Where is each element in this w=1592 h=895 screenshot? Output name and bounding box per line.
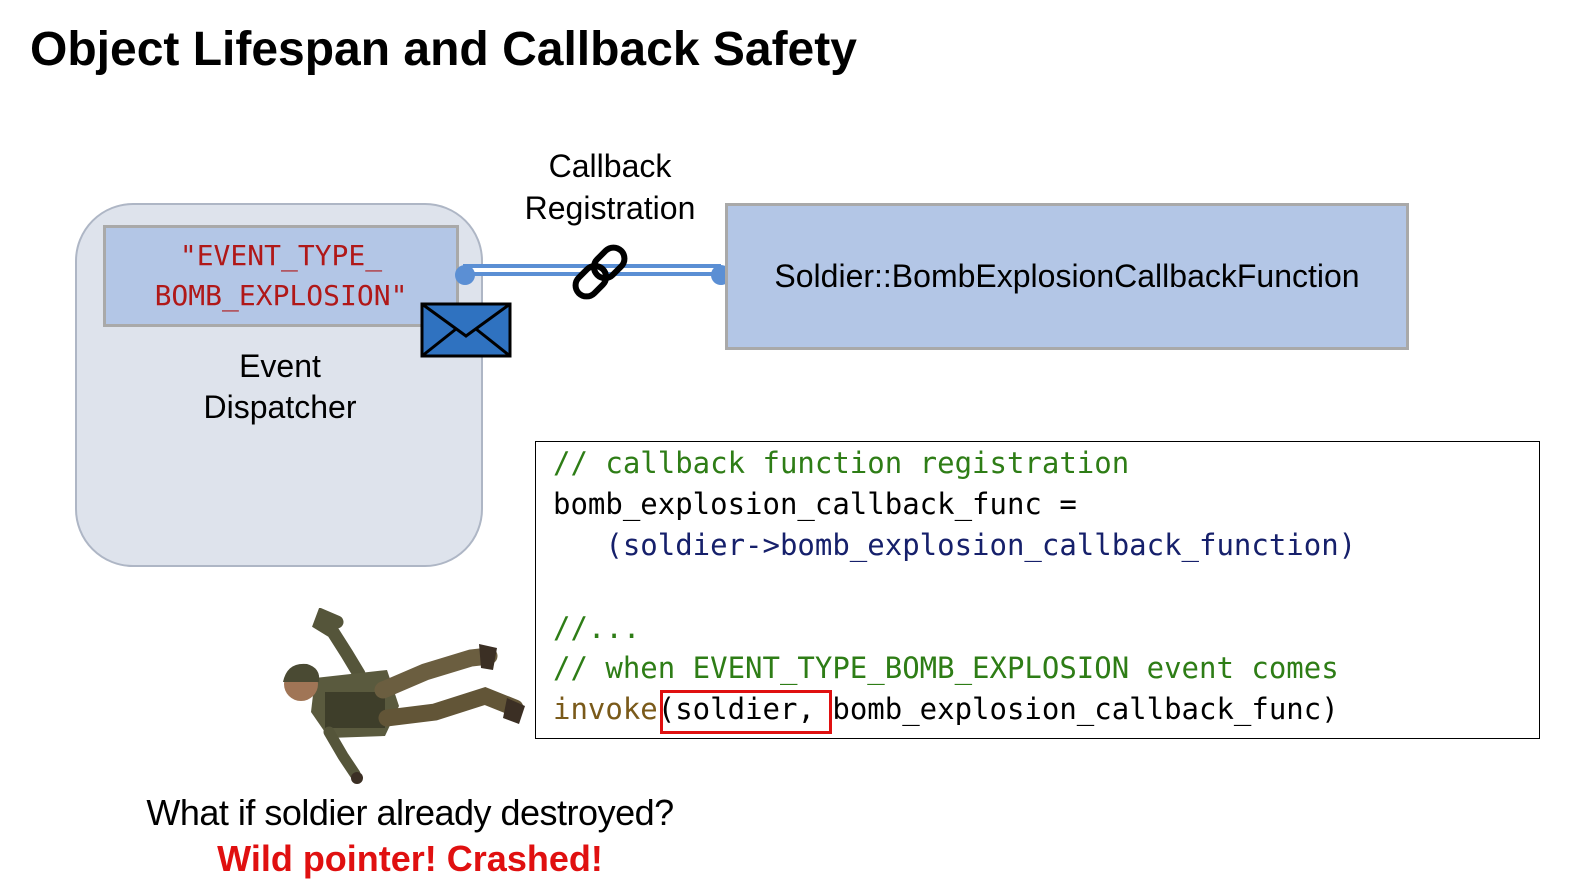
dispatcher-label-line2: Dispatcher xyxy=(203,389,357,425)
invoke-keyword: invoke xyxy=(553,692,658,726)
soldier-argument-highlight xyxy=(660,690,832,734)
crash-warning: Wild pointer! Crashed! xyxy=(217,838,603,879)
slide-title: Object Lifespan and Callback Safety xyxy=(30,23,857,76)
code-line-1: // callback function registration xyxy=(553,446,1130,480)
code-line-2: bomb_explosion_callback_func = xyxy=(553,487,1077,521)
registration-label: Callback Registration xyxy=(495,145,725,229)
soldier-callback-box: Soldier::BombExplosionCallbackFunction xyxy=(725,203,1409,350)
soldier-illustration xyxy=(283,608,525,784)
registration-connector xyxy=(455,244,731,300)
envelope-icon xyxy=(420,302,512,358)
registration-label-line2: Registration xyxy=(524,190,696,226)
event-type-box: "EVENT_TYPE_ BOMB_EXPLOSION" xyxy=(103,225,459,327)
event-type-line1: "EVENT_TYPE_ xyxy=(179,239,383,272)
registration-label-line1: Callback xyxy=(548,148,672,184)
dispatcher-label: Event Dispatcher xyxy=(150,346,410,428)
code-line-3: (soldier->bomb_explosion_callback_functi… xyxy=(553,528,1357,562)
event-type-line2: BOMB_EXPLOSION" xyxy=(154,279,408,312)
question-caption: What if soldier already destroyed? xyxy=(146,792,674,833)
dispatcher-label-line1: Event xyxy=(239,348,321,384)
code-line-4: //... xyxy=(553,611,641,645)
soldier-callback-label: Soldier::BombExplosionCallbackFunction xyxy=(774,258,1360,294)
code-line-5: // when EVENT_TYPE_BOMB_EXPLOSION event … xyxy=(553,651,1339,685)
